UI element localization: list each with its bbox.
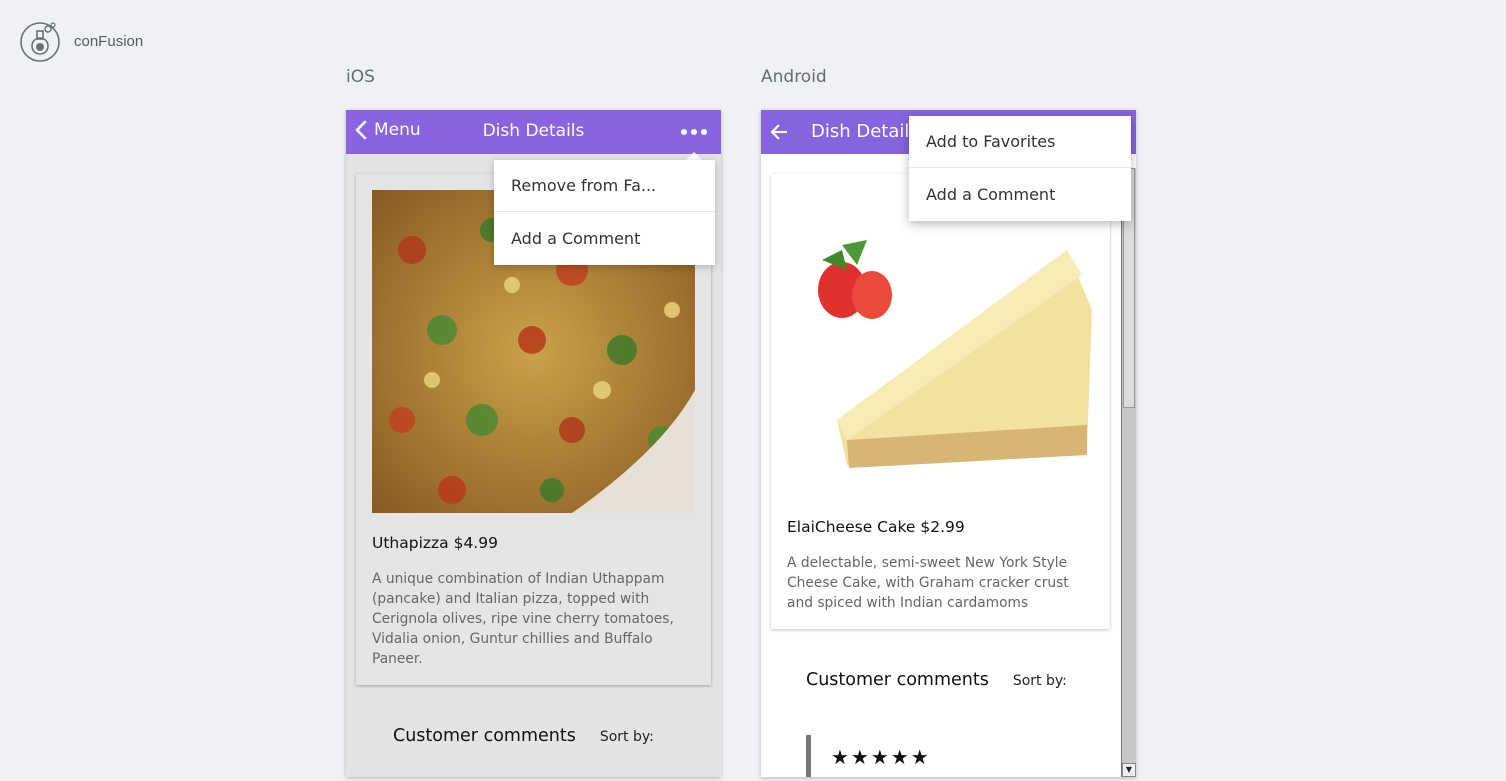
scrollbar[interactable]: ▼ <box>1121 168 1136 777</box>
ios-dish-description: A unique combination of Indian Uthappam … <box>372 571 674 667</box>
ios-navbar: Menu Dish Details <box>346 110 721 154</box>
android-label: Android <box>761 67 827 87</box>
android-dish-title: ElaiCheese Cake $2.99 <box>787 518 965 536</box>
android-comments-title: Customer comments <box>806 670 989 690</box>
more-options-icon[interactable] <box>681 122 707 142</box>
menu-item-remove-favorite[interactable]: Remove from Fa... <box>494 160 715 212</box>
ios-dish-title: Uthapizza $4.99 <box>372 534 498 552</box>
dish-image-cheesecake <box>787 190 1094 497</box>
android-device-preview: Dish Details ElaiCheese Cake $2.99 A del… <box>761 110 1136 777</box>
menu-item-add-comment[interactable]: Add a Comment <box>494 212 715 264</box>
ios-comments-title: Customer comments <box>393 726 576 746</box>
brand[interactable]: conFusion <box>20 20 143 62</box>
ios-comments-header: Customer comments Sort by: <box>393 726 654 746</box>
menu-item-add-comment[interactable]: Add a Comment <box>909 168 1131 220</box>
ios-page-title: Dish Details <box>482 121 585 141</box>
flask-logo-icon <box>20 21 60 62</box>
brand-name: conFusion <box>74 32 144 50</box>
android-comments-header: Customer comments Sort by: <box>806 670 1067 690</box>
comment-rating: ★★★★★ <box>806 735 931 777</box>
android-sort-label[interactable]: Sort by: <box>1013 673 1067 689</box>
android-options-menu: Add to Favorites Add a Comment <box>909 116 1131 221</box>
ios-options-popover: Remove from Fa... Add a Comment <box>494 160 715 265</box>
android-page-title: Dish Details <box>811 121 919 142</box>
ios-device-preview: Menu Dish Details Uthapizza $4.99 A uniq… <box>346 110 721 777</box>
arrow-left-icon[interactable] <box>769 122 789 142</box>
menu-item-add-favorite[interactable]: Add to Favorites <box>909 116 1131 168</box>
android-dish-card: ElaiCheese Cake $2.99 A delectable, semi… <box>771 174 1110 629</box>
ios-label: iOS <box>346 67 375 87</box>
scroll-down-arrow-icon[interactable]: ▼ <box>1122 763 1136 777</box>
android-dish-description: A delectable, semi-sweet New York Style … <box>787 555 1069 611</box>
ios-sort-label[interactable]: Sort by: <box>600 729 654 745</box>
